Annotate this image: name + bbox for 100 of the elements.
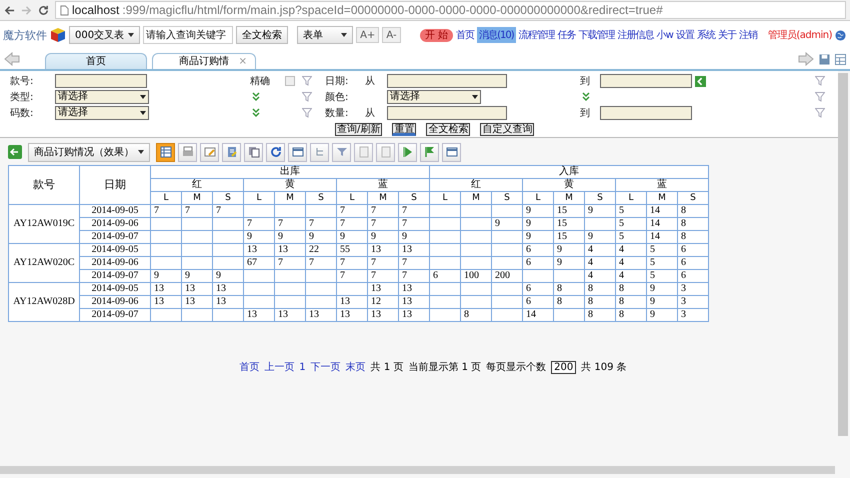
- page-icon: [358, 146, 370, 158]
- toolbar-button[interactable]: [266, 142, 285, 162]
- date-field[interactable]: [600, 74, 692, 88]
- table-cell: 2014-09-06: [80, 218, 150, 230]
- grid-icon: [160, 146, 172, 158]
- nav-link[interactable]: 注销: [738, 28, 757, 42]
- nav-link[interactable]: 消息(10): [477, 27, 516, 43]
- toolbar-button[interactable]: [398, 142, 417, 162]
- double-chevron-icon[interactable]: [252, 92, 260, 102]
- input-field[interactable]: [387, 106, 507, 120]
- table-cell: 13: [244, 308, 274, 322]
- double-chevron-icon[interactable]: [582, 92, 590, 102]
- table-cell: 13: [244, 244, 274, 256]
- table-cell: 13: [212, 296, 244, 308]
- back-icon[interactable]: [4, 4, 15, 16]
- column-header: S: [212, 192, 244, 204]
- table-cell: 7: [182, 204, 212, 218]
- toolbar-button[interactable]: [244, 142, 263, 162]
- caret-icon: [341, 33, 348, 37]
- table-cell: 4: [584, 270, 616, 282]
- view-select[interactable]: 商品订购情况（效果）: [28, 142, 150, 162]
- double-chevron-icon[interactable]: [252, 108, 260, 118]
- table-cell: 8: [584, 296, 616, 308]
- form-select[interactable]: 表单: [297, 26, 354, 44]
- pager-link[interactable]: 首页: [239, 360, 260, 374]
- query-button[interactable]: 全文检索: [426, 122, 470, 136]
- nav-link[interactable]: 注册信息: [618, 28, 654, 42]
- table-cell: 9: [398, 230, 430, 244]
- column-group-header: 出库: [150, 166, 430, 178]
- tab[interactable]: 首页: [45, 53, 147, 69]
- search-button[interactable]: 全文检索: [236, 26, 288, 44]
- table-cell: 9: [584, 204, 616, 218]
- nav-link[interactable]: 系统: [696, 28, 715, 42]
- toolbar-button[interactable]: [156, 142, 175, 162]
- table-cell: 7: [244, 218, 274, 230]
- font-size-button[interactable]: A+: [356, 27, 380, 43]
- table-cell: 13: [398, 244, 430, 256]
- table-cell: 9: [336, 230, 368, 244]
- toolbar-button[interactable]: [222, 142, 241, 162]
- table-cell: AY12AW019C: [8, 204, 80, 244]
- right-arrow-icon[interactable]: [798, 52, 814, 66]
- funnel-icon: [336, 146, 348, 158]
- user-name[interactable]: 管理员(admin): [768, 28, 832, 42]
- toolbar-button[interactable]: [442, 142, 461, 162]
- tab[interactable]: 商品订购情 ×: [152, 53, 256, 69]
- query-button[interactable]: 重置: [392, 122, 416, 136]
- column-group-header: 黄: [244, 178, 336, 192]
- input-field[interactable]: [55, 74, 147, 88]
- save-icon[interactable]: [819, 54, 830, 64]
- input-field[interactable]: [600, 106, 692, 120]
- window-icon: [446, 146, 458, 158]
- table-cell: 2014-09-05: [80, 244, 150, 256]
- type-select[interactable]: 请选择: [55, 90, 149, 104]
- table-cell: 7: [336, 270, 368, 282]
- nav-link[interactable]: 关于: [718, 28, 736, 42]
- nav-link[interactable]: 流程管理: [518, 28, 555, 42]
- table-cell: 7: [274, 256, 306, 270]
- field-label: 从: [365, 106, 376, 120]
- toolbar-button[interactable]: [288, 142, 307, 162]
- pager-link[interactable]: 末页: [346, 360, 366, 374]
- scrollbar[interactable]: [0, 466, 835, 474]
- toolbar-button[interactable]: [310, 142, 329, 162]
- pager-link[interactable]: 下一页: [310, 360, 341, 374]
- export-icon[interactable]: [8, 145, 22, 159]
- toolbar-button[interactable]: [420, 142, 439, 162]
- query-button[interactable]: 自定义查询: [480, 122, 534, 136]
- reload-icon[interactable]: [38, 4, 49, 16]
- search-field[interactable]: 请输入查询关键字: [143, 26, 234, 44]
- nav-link[interactable]: 下载管理: [578, 28, 615, 42]
- table-cell: 8: [554, 296, 584, 308]
- table-cell: 7: [398, 256, 430, 270]
- table-cell: 5: [616, 204, 646, 218]
- pager-link[interactable]: 上一页: [264, 360, 294, 374]
- space-select[interactable]: 000交叉表: [69, 26, 140, 44]
- column-header: S: [306, 192, 336, 204]
- table-cell: 22: [306, 244, 336, 256]
- left-arrow-icon[interactable]: [4, 52, 20, 66]
- globe-icon[interactable]: [835, 30, 846, 40]
- color-select[interactable]: 请选择: [387, 90, 481, 104]
- date-field[interactable]: [387, 74, 507, 88]
- toolbar-button[interactable]: [178, 142, 197, 162]
- nav-link[interactable]: 设置: [676, 28, 694, 42]
- cube-icon: [50, 27, 66, 43]
- checkbox[interactable]: [285, 76, 295, 86]
- address-field[interactable]: localhost :999/magicflu/html/form/main.jsp?spaceId=00000000-0000-0000-0000-000000000000&redirect=true#: [55, 1, 846, 19]
- per-page-field[interactable]: 200: [551, 360, 576, 374]
- query-button[interactable]: 查询/刷新: [335, 122, 382, 136]
- toolbar-button[interactable]: [200, 142, 219, 162]
- pager-link[interactable]: 1: [299, 362, 306, 372]
- size-select[interactable]: 请选择: [55, 106, 149, 120]
- table-cell: 7: [306, 218, 336, 230]
- nav-link[interactable]: 小w: [656, 28, 673, 42]
- layout-icon[interactable]: [835, 54, 846, 64]
- scrollbar[interactable]: [838, 73, 848, 436]
- font-size-button[interactable]: A-: [382, 27, 401, 43]
- table-cell: 4: [584, 256, 616, 270]
- toolbar-button[interactable]: [332, 142, 351, 162]
- nav-link[interactable]: 任务: [558, 28, 576, 42]
- nav-link[interactable]: 首页: [456, 28, 474, 42]
- calendar-icon[interactable]: [695, 76, 706, 86]
